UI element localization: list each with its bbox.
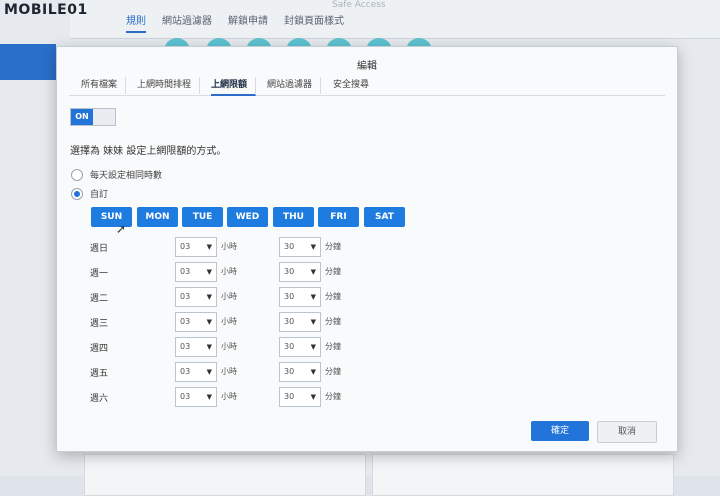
chevron-down-icon: ▼ [310, 293, 316, 301]
chevron-down-icon: ▼ [206, 318, 212, 326]
row-label-friday: 週五 [90, 369, 109, 379]
tab-time-schedule[interactable]: 上網時間排程 [137, 77, 201, 94]
background-accent-bar [0, 44, 56, 80]
hours-unit: 小時 [221, 292, 237, 301]
minutes-select-tuesday[interactable]: 30 ▼ [279, 287, 321, 307]
hours-select-saturday[interactable]: 03 ▼ [175, 387, 217, 407]
row-label-monday: 週一 [90, 269, 109, 279]
bg-tab-web-filter[interactable]: 網站過濾器 [162, 12, 212, 27]
minutes-unit: 分鐘 [325, 242, 341, 251]
bg-card [84, 454, 366, 496]
watermark-logo: MOBILE01 [4, 2, 88, 18]
chevron-down-icon: ▼ [206, 243, 212, 251]
chevron-down-icon: ▼ [310, 368, 316, 376]
hours-unit: 小時 [221, 392, 237, 401]
mouse-cursor-icon: ➚ [116, 222, 127, 236]
row-label-thursday: 週四 [90, 344, 109, 354]
chevron-down-icon: ▼ [310, 268, 316, 276]
dialog-tab-bar: 所有檔案 上網時間排程 上網限額 網站過濾器 安全搜尋 [69, 73, 665, 96]
chevron-down-icon: ▼ [310, 243, 316, 251]
bg-tab-rules[interactable]: 規則 [126, 12, 146, 33]
tab-all-files[interactable]: 所有檔案 [81, 77, 127, 94]
day-button-sat[interactable]: SAT [364, 207, 405, 227]
quota-toggle[interactable]: ON [70, 108, 116, 126]
radio-label-same-every-day: 每天設定相同時數 [90, 171, 163, 181]
row-label-wednesday: 週三 [90, 319, 109, 329]
dialog-title: 編輯 [357, 61, 377, 72]
day-button-tue[interactable]: TUE [182, 207, 223, 227]
row-label-tuesday: 週二 [90, 294, 109, 304]
radio-label-custom: 自訂 [90, 190, 109, 200]
cancel-button[interactable]: 取消 [597, 421, 657, 443]
hours-unit: 小時 [221, 242, 237, 251]
chevron-down-icon: ▼ [206, 393, 212, 401]
row-label-saturday: 週六 [90, 394, 109, 404]
hours-select-tuesday[interactable]: 03 ▼ [175, 287, 217, 307]
minutes-select-monday[interactable]: 30 ▼ [279, 262, 321, 282]
hours-select-monday[interactable]: 03 ▼ [175, 262, 217, 282]
chevron-down-icon: ▼ [310, 393, 316, 401]
hours-select-sunday[interactable]: 03 ▼ [175, 237, 217, 257]
hours-select-thursday[interactable]: 03 ▼ [175, 337, 217, 357]
bg-tab-unlock-request[interactable]: 解鎖申請 [228, 12, 268, 27]
background-tab-bar: 規則 網站過濾器 解鎖申請 封鎖頁面樣式 [70, 0, 720, 39]
radio-same-every-day[interactable] [71, 169, 83, 181]
minutes-select-sunday[interactable]: 30 ▼ [279, 237, 321, 257]
day-button-fri[interactable]: FRI [318, 207, 359, 227]
minutes-unit: 分鐘 [325, 367, 341, 376]
minutes-unit: 分鐘 [325, 392, 341, 401]
minutes-select-friday[interactable]: 30 ▼ [279, 362, 321, 382]
edit-dialog: 編輯 所有檔案 上網時間排程 上網限額 網站過濾器 安全搜尋 ON 選擇為 妹妹… [56, 46, 678, 452]
row-label-sunday: 週日 [90, 244, 109, 254]
minutes-select-wednesday[interactable]: 30 ▼ [279, 312, 321, 332]
bg-card [372, 454, 674, 496]
tab-time-quota[interactable]: 上網限額 [211, 77, 257, 96]
ok-button[interactable]: 確定 [531, 421, 589, 441]
site-title: Safe Access [332, 0, 386, 10]
toggle-on-label: ON [71, 109, 93, 125]
hours-unit: 小時 [221, 367, 237, 376]
tab-safe-search[interactable]: 安全搜尋 [333, 77, 377, 94]
radio-custom[interactable] [71, 188, 83, 200]
minutes-unit: 分鐘 [325, 292, 341, 301]
minutes-unit: 分鐘 [325, 317, 341, 326]
quota-prompt: 選擇為 妹妹 設定上網限額的方式。 [70, 146, 227, 157]
hours-unit: 小時 [221, 317, 237, 326]
hours-unit: 小時 [221, 267, 237, 276]
chevron-down-icon: ▼ [310, 318, 316, 326]
minutes-select-thursday[interactable]: 30 ▼ [279, 337, 321, 357]
day-button-thu[interactable]: THU [273, 207, 314, 227]
chevron-down-icon: ▼ [310, 343, 316, 351]
bg-tab-block-page-style[interactable]: 封鎖頁面樣式 [284, 12, 344, 27]
chevron-down-icon: ▼ [206, 368, 212, 376]
chevron-down-icon: ▼ [206, 268, 212, 276]
hours-unit: 小時 [221, 342, 237, 351]
chevron-down-icon: ▼ [206, 293, 212, 301]
tab-web-filter[interactable]: 網站過濾器 [267, 77, 322, 94]
day-button-mon[interactable]: MON [137, 207, 178, 227]
minutes-unit: 分鐘 [325, 342, 341, 351]
day-button-wed[interactable]: WED [227, 207, 268, 227]
hours-select-wednesday[interactable]: 03 ▼ [175, 312, 217, 332]
minutes-unit: 分鐘 [325, 267, 341, 276]
chevron-down-icon: ▼ [206, 343, 212, 351]
hours-select-friday[interactable]: 03 ▼ [175, 362, 217, 382]
minutes-select-saturday[interactable]: 30 ▼ [279, 387, 321, 407]
